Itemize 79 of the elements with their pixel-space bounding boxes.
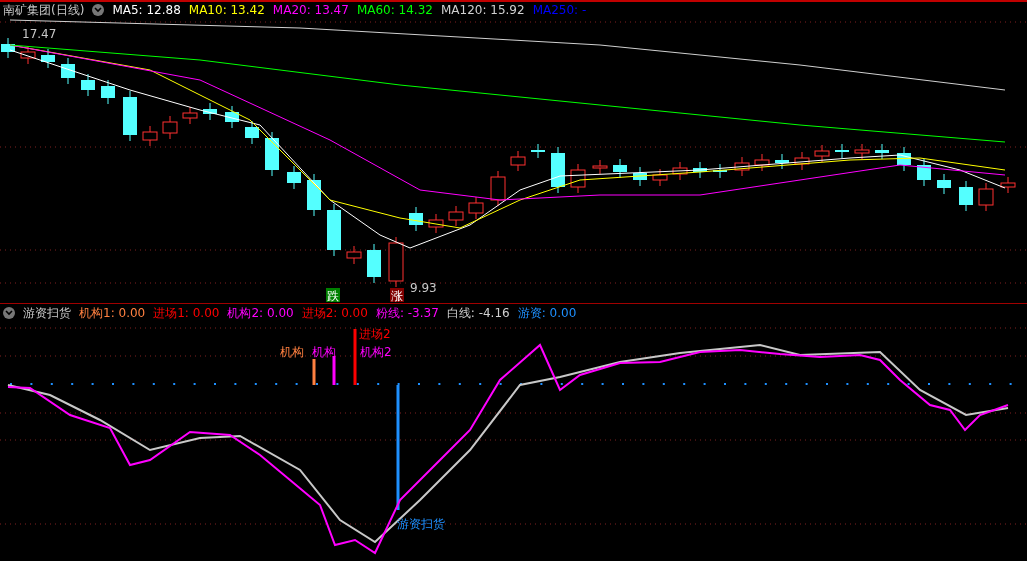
rising-candle — [592, 159, 608, 175]
falling-candle — [81, 73, 95, 97]
falling-candle — [245, 120, 259, 145]
rising-candle — [814, 144, 830, 163]
rising-candle — [142, 125, 158, 147]
rising-candle — [510, 150, 526, 172]
rising-candle — [490, 170, 506, 207]
falling-candle — [613, 158, 627, 179]
falling-candle — [835, 143, 849, 159]
rising-candle — [428, 213, 444, 234]
rising-candle — [652, 168, 668, 187]
rising-candle — [978, 182, 994, 212]
ma-reading: MA250: - — [532, 3, 587, 17]
falling-candle — [897, 146, 911, 172]
rising-candle — [346, 245, 362, 265]
falling-candle — [287, 165, 301, 190]
rising-candle — [162, 115, 178, 140]
signal-label: 机构 — [312, 345, 336, 359]
falling-candle — [203, 102, 217, 121]
signal-marker: 跌 — [326, 288, 340, 303]
indicator-reading: 游资: 0.00 — [517, 304, 577, 322]
falling-candle — [875, 143, 889, 160]
falling-candle — [265, 131, 279, 177]
falling-candle — [123, 90, 137, 142]
signal-label: 机构 — [280, 345, 304, 359]
falling-candle — [367, 243, 381, 284]
signal-bar — [312, 359, 316, 385]
falling-candle — [713, 163, 727, 179]
falling-candle — [307, 173, 321, 217]
signal-bar — [332, 356, 336, 385]
ma-reading: MA10: 13.42 — [188, 3, 265, 17]
rising-candle — [468, 196, 484, 220]
rising-candle — [734, 156, 750, 177]
rising-candle — [754, 153, 770, 172]
indicator-reading: 机构1: 0.00 — [79, 304, 146, 322]
rising-candle — [388, 236, 404, 288]
signal-label: 进场2 — [359, 327, 391, 341]
rising-candle — [448, 205, 464, 227]
falling-candle — [41, 48, 55, 69]
ma-reading: MA60: 14.32 — [356, 3, 433, 17]
falling-candle — [937, 173, 951, 195]
dropdown-icon[interactable] — [92, 4, 105, 16]
signal-bar — [353, 329, 357, 385]
falling-candle — [409, 206, 423, 232]
falling-candle — [225, 105, 239, 129]
indicator-reading: 进场2: 0.00 — [301, 304, 368, 322]
signal-marker: 涨 — [390, 288, 404, 303]
falling-candle — [633, 166, 647, 187]
falling-candle — [917, 158, 931, 187]
ma-reading: MA20: 13.47 — [272, 3, 349, 17]
falling-candle — [693, 161, 707, 179]
falling-candle — [531, 143, 545, 159]
rising-candle — [182, 106, 198, 125]
falling-candle — [327, 203, 341, 257]
indicator-reading: 进场1: 0.00 — [153, 304, 220, 322]
indicator-reading: 粉线: -3.37 — [375, 304, 439, 322]
signal-label: 机构2 — [360, 345, 392, 359]
falling-candle — [61, 57, 75, 85]
falling-candle — [1, 37, 15, 59]
rising-candle — [20, 45, 36, 65]
low-price-label: 9.93 — [410, 281, 437, 295]
rising-candle — [570, 163, 586, 194]
signal-label: 游资扫货 — [397, 517, 445, 531]
falling-candle — [551, 146, 565, 194]
rising-candle — [672, 161, 688, 181]
rising-candle — [794, 151, 810, 171]
high-price-label: 17.47 — [22, 27, 57, 41]
rising-candle — [854, 143, 870, 160]
falling-candle — [959, 180, 973, 212]
rising-candle — [1000, 176, 1016, 194]
falling-candle — [775, 153, 789, 170]
indicator-reading: 白线: -4.16 — [446, 304, 510, 322]
dropdown-icon[interactable] — [3, 307, 15, 319]
indicator-reading: 机构2: 0.00 — [227, 304, 294, 322]
stock-title: 南矿集团(日线) — [3, 1, 85, 19]
ma-reading: MA120: 15.92 — [440, 3, 525, 17]
indicator-title: 游资扫货 — [23, 304, 71, 322]
falling-candle — [101, 79, 115, 105]
ma-reading: MA5: 12.88 — [112, 3, 181, 17]
